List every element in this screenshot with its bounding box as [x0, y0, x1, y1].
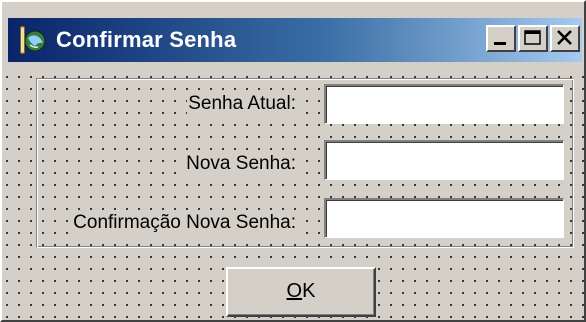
ok-mnemonic: O [286, 280, 303, 302]
maximize-button[interactable] [518, 25, 548, 52]
ok-button[interactable]: OK [226, 267, 376, 317]
window-title: Confirmar Senha [56, 27, 237, 52]
dialog-client-area: Senha Atual: Nova Senha: Confirmação Nov… [6, 66, 584, 320]
ok-label: K [302, 280, 316, 302]
minimize-button[interactable] [486, 25, 516, 52]
confirm-password-input[interactable] [324, 198, 564, 238]
confirm-password-label: Confirmação Nova Senha: [72, 211, 297, 235]
maximize-icon [524, 30, 541, 45]
dialog-window: Confirmar Senha Senha Atual: Nova Senha:… [0, 0, 586, 322]
close-icon [557, 30, 572, 45]
minimize-icon [494, 42, 506, 45]
new-password-label: Nova Senha: [185, 152, 297, 176]
current-password-input[interactable] [324, 84, 564, 124]
current-password-label: Senha Atual: [187, 92, 297, 116]
new-password-input[interactable] [324, 140, 564, 180]
title-bar[interactable]: Confirmar Senha [8, 18, 582, 62]
app-globe-icon [19, 25, 46, 55]
close-button[interactable] [550, 25, 580, 52]
